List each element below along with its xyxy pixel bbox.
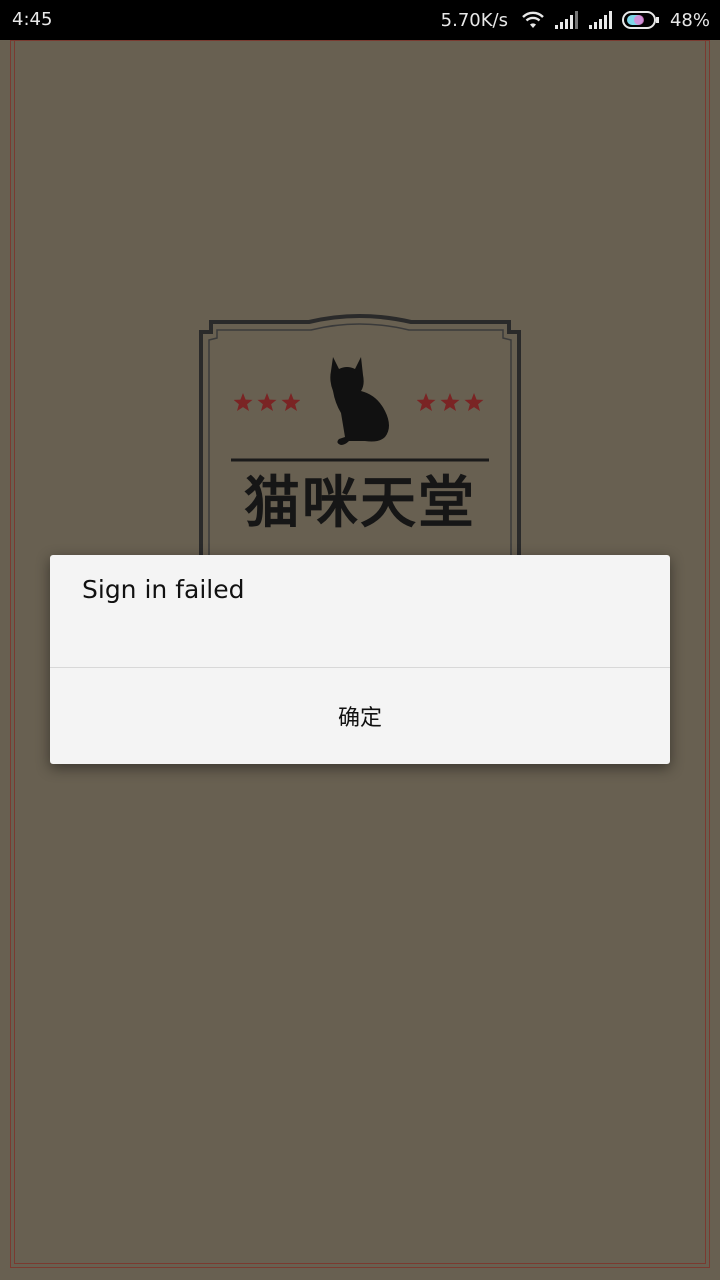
wifi-icon xyxy=(520,10,546,30)
battery-icon xyxy=(621,10,660,30)
signal-icon xyxy=(588,10,614,30)
status-indicators: 5.70K/s 48% xyxy=(441,0,710,40)
status-bar: 4:45 5.70K/s 48% xyxy=(0,0,720,40)
battery-percent: 48% xyxy=(669,9,710,31)
status-time: 4:45 xyxy=(12,9,53,30)
alert-dialog: Sign in failed 确定 xyxy=(50,555,670,764)
network-speed: 5.70K/s xyxy=(440,9,508,31)
confirm-button[interactable]: 确定 xyxy=(50,668,670,764)
signal-icon xyxy=(554,10,580,30)
dialog-message: Sign in failed xyxy=(82,575,245,604)
